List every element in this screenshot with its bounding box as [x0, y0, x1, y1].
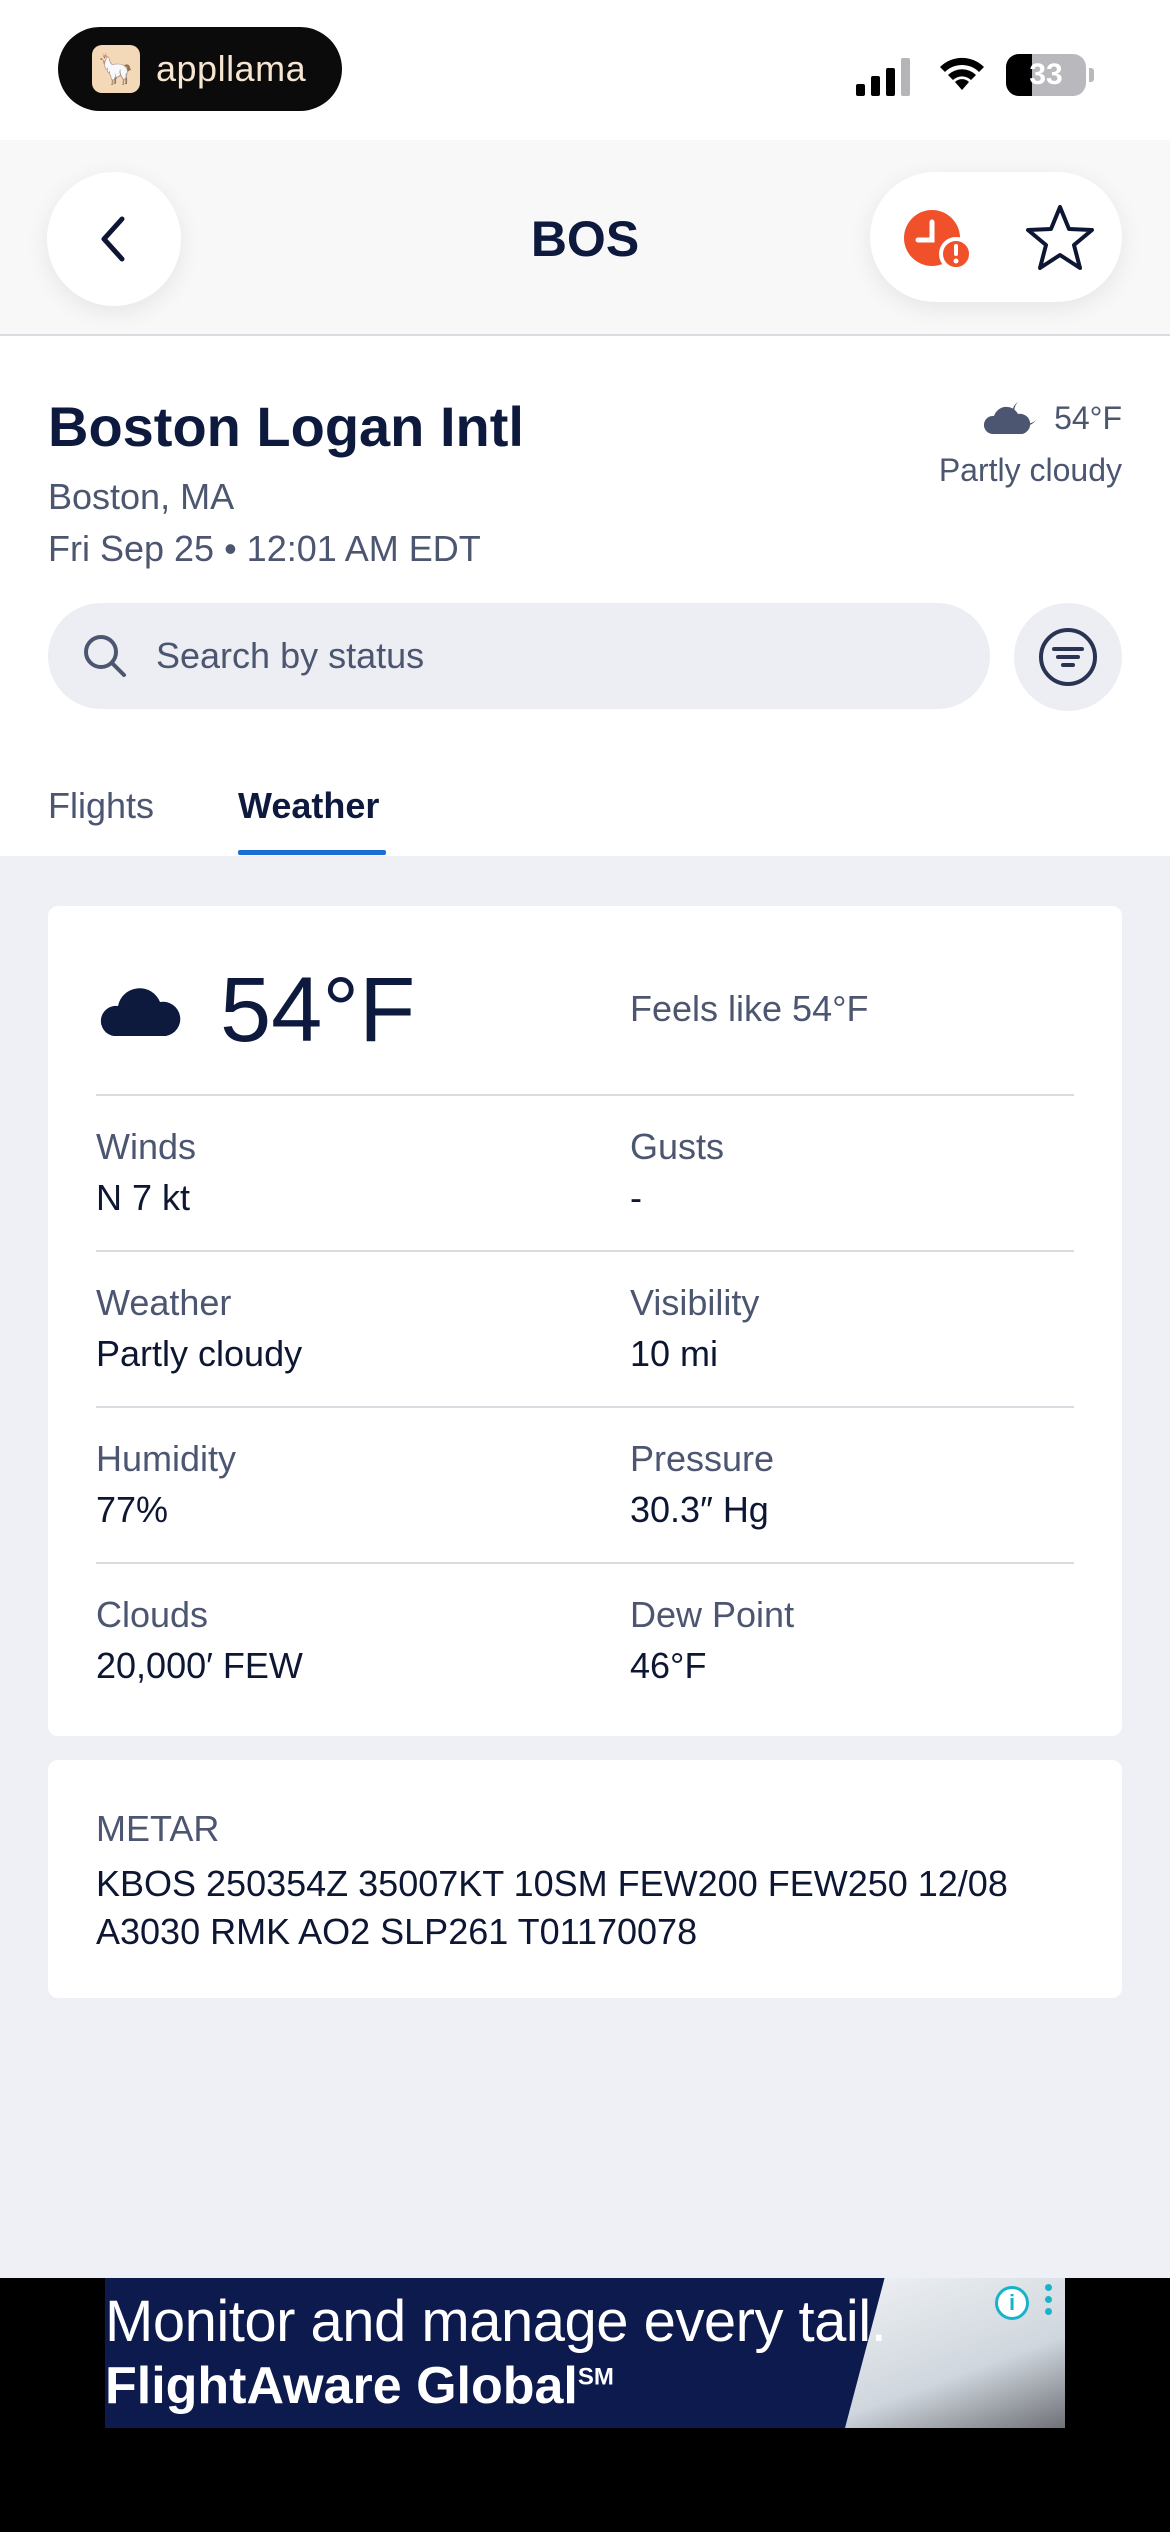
- ad-headline: Monitor and manage every tail.: [105, 2289, 887, 2354]
- airport-location: Boston, MA: [48, 476, 235, 517]
- filter-button[interactable]: [1014, 603, 1122, 711]
- clock-alert-icon[interactable]: [902, 208, 974, 272]
- winds-label: Winds: [96, 1126, 197, 1167]
- battery-icon: 33: [1006, 54, 1086, 96]
- clouds-label: Clouds: [96, 1594, 209, 1635]
- battery-level: 33: [1029, 58, 1063, 91]
- search-bar[interactable]: [48, 603, 990, 709]
- winds-value: N 7 kt: [96, 1177, 191, 1218]
- tab-flights[interactable]: Flights: [48, 780, 154, 832]
- gusts-label: Gusts: [630, 1126, 725, 1167]
- weather-value: Partly cloudy: [96, 1333, 303, 1374]
- dew-point-value: 46°F: [630, 1645, 707, 1686]
- filter-icon: [1039, 628, 1097, 686]
- feels-like: Feels like 54°F: [630, 988, 869, 1029]
- back-chevron-icon: [101, 216, 125, 262]
- ad-banner[interactable]: Monitor and manage every tail. FlightAwa…: [105, 2278, 1065, 2428]
- metar-text: KBOS 250354Z 35007KT 10SM FEW200 FEW250 …: [96, 1863, 1008, 1952]
- partly-cloudy-night-icon: [100, 976, 192, 1036]
- battery-cap: [1089, 68, 1094, 82]
- current-weather-summary: 54°F: [982, 398, 1122, 438]
- back-button[interactable]: [47, 172, 181, 306]
- ad-brand-text: FlightAware Global: [105, 2357, 578, 2415]
- divider: [96, 1406, 1074, 1408]
- divider: [96, 1094, 1074, 1096]
- divider: [96, 1250, 1074, 1252]
- pressure-label: Pressure: [630, 1438, 775, 1479]
- dew-point-label: Dew Point: [630, 1594, 795, 1635]
- search-input[interactable]: [154, 634, 858, 678]
- ad-brand: FlightAware GlobalSM: [105, 2356, 614, 2416]
- app-indicator-pill[interactable]: 🦙 appllama: [58, 27, 342, 111]
- humidity-label: Humidity: [96, 1438, 237, 1479]
- metar-label: METAR: [96, 1808, 220, 1849]
- ad-service-mark: SM: [577, 2363, 614, 2391]
- divider: [96, 1562, 1074, 1564]
- wifi-icon: [940, 57, 984, 90]
- weather-label: Weather: [96, 1282, 232, 1323]
- clouds-value: 20,000′ FEW: [96, 1645, 303, 1686]
- search-icon: [84, 635, 126, 677]
- ad-menu-icon[interactable]: [1045, 2284, 1052, 2315]
- weather-temperature: 54°F: [220, 959, 416, 1061]
- active-tab-indicator: [238, 850, 386, 855]
- tab-weather[interactable]: Weather: [238, 780, 379, 832]
- star-icon[interactable]: [1024, 202, 1096, 272]
- app-indicator-label: appllama: [156, 48, 307, 89]
- humidity-value: 77%: [96, 1489, 169, 1530]
- cellular-signal-icon: [856, 56, 910, 96]
- pressure-value: 30.3″ Hg: [630, 1489, 769, 1530]
- visibility-value: 10 mi: [630, 1333, 719, 1374]
- current-temp: 54°F: [1054, 399, 1122, 436]
- llama-logo-icon: 🦙: [92, 45, 140, 93]
- visibility-label: Visibility: [630, 1282, 760, 1323]
- current-condition: Partly cloudy: [938, 452, 1122, 488]
- airport-name: Boston Logan Intl: [48, 395, 524, 458]
- info-icon[interactable]: i: [995, 2286, 1029, 2320]
- airport-local-time: Fri Sep 25 • 12:01 AM EDT: [48, 528, 481, 569]
- partly-cloudy-night-icon: [984, 402, 1037, 434]
- gusts-value: -: [630, 1177, 642, 1218]
